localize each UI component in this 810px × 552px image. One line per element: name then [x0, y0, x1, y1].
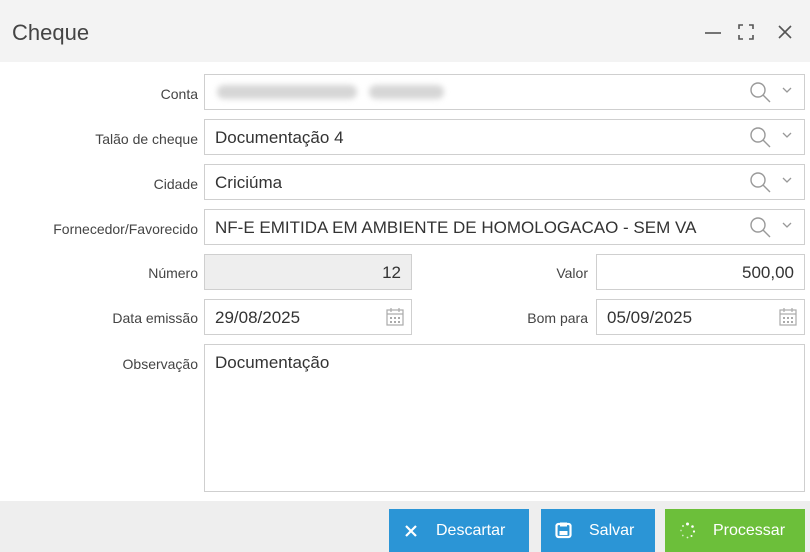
chevron-down-icon[interactable] [781, 219, 793, 231]
chevron-down-icon[interactable] [781, 174, 793, 186]
spinner-icon [680, 522, 696, 539]
conta-label: Conta [160, 86, 198, 102]
observacao-textarea[interactable]: Documentação [204, 344, 805, 492]
data-emissao-value: 29/08/2025 [215, 308, 301, 327]
salvar-label: Salvar [589, 522, 635, 539]
chevron-down-icon[interactable] [781, 129, 793, 141]
numero-value: 12 [382, 263, 401, 282]
bom-para-input[interactable]: 05/09/2025 [596, 299, 805, 335]
conta-redacted-value [217, 85, 444, 99]
observacao-value: Documentação [215, 353, 330, 372]
talao-value: Documentação 4 [215, 128, 344, 147]
salvar-button[interactable]: Salvar [541, 509, 655, 552]
save-icon [555, 522, 572, 539]
chevron-down-icon[interactable] [781, 84, 793, 96]
window-titlebar: Cheque [0, 0, 810, 62]
cidade-value: Criciúma [215, 173, 283, 192]
data-emissao-label: Data emissão [112, 310, 198, 326]
numero-field: 12 [204, 254, 412, 290]
maximize-icon[interactable] [733, 17, 759, 45]
window-title: Cheque [12, 20, 90, 45]
calendar-icon[interactable] [385, 307, 405, 327]
close-icon [405, 525, 417, 537]
fornecedor-value: NF-E EMITIDA EM AMBIENTE DE HOMOLOGACAO … [215, 218, 697, 237]
bom-para-value: 05/09/2025 [607, 308, 693, 327]
data-emissao-input[interactable]: 29/08/2025 [204, 299, 412, 335]
processar-label: Processar [713, 522, 786, 539]
fornecedor-label: Fornecedor/Favorecido [53, 221, 198, 237]
calendar-icon[interactable] [778, 307, 798, 327]
cidade-label: Cidade [153, 176, 198, 192]
search-icon[interactable] [749, 126, 771, 148]
talao-label: Talão de cheque [95, 131, 198, 147]
search-icon[interactable] [749, 171, 771, 193]
close-icon[interactable] [772, 17, 798, 45]
talao-select[interactable]: Documentação 4 [204, 119, 805, 155]
valor-input[interactable]: 500,00 [596, 254, 805, 290]
fornecedor-select[interactable]: NF-E EMITIDA EM AMBIENTE DE HOMOLOGACAO … [204, 209, 805, 245]
numero-label: Número [148, 265, 198, 281]
descartar-button[interactable]: Descartar [389, 509, 529, 552]
valor-label: Valor [556, 265, 588, 281]
search-icon[interactable] [749, 81, 771, 103]
search-icon[interactable] [749, 216, 771, 238]
conta-select[interactable] [204, 74, 805, 110]
observacao-label: Observação [122, 356, 198, 372]
bom-para-label: Bom para [527, 310, 588, 326]
minimize-icon[interactable] [700, 17, 726, 45]
valor-value: 500,00 [742, 263, 794, 282]
processar-button[interactable]: Processar [665, 509, 805, 552]
cidade-select[interactable]: Criciúma [204, 164, 805, 200]
descartar-label: Descartar [436, 522, 506, 539]
